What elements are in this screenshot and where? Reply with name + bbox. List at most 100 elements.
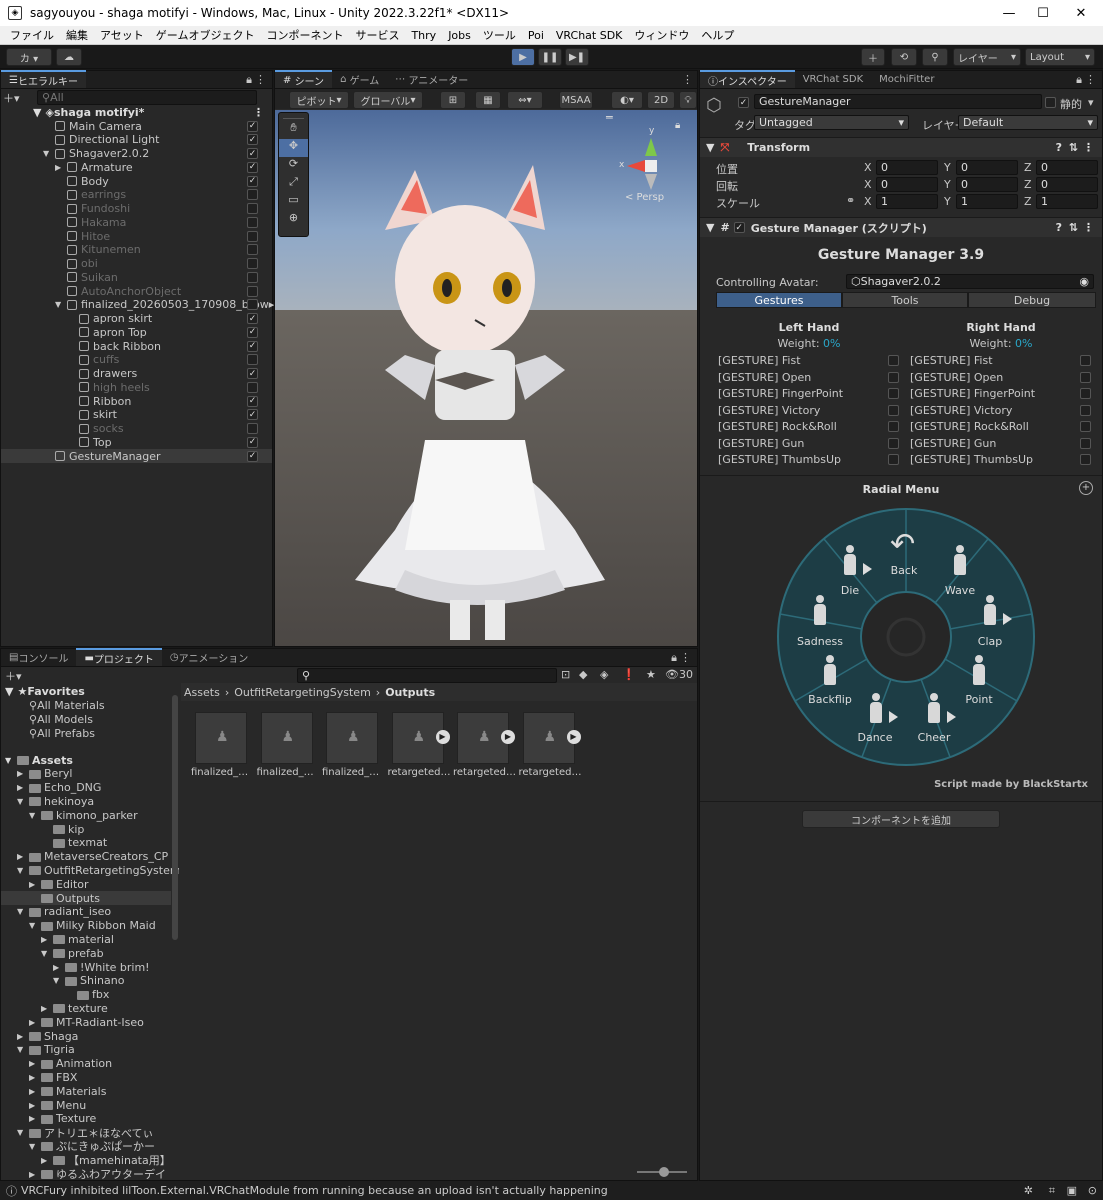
y-field[interactable]: 0 bbox=[956, 160, 1018, 175]
project-folder-row[interactable]: ▼ prefab bbox=[1, 946, 171, 960]
account-button[interactable]: カ ▾ bbox=[6, 48, 52, 66]
project-folder-row[interactable]: ▼ Assets bbox=[1, 753, 171, 767]
visibility-checkbox[interactable] bbox=[247, 381, 258, 393]
chevron-right-icon[interactable]: ▶ bbox=[29, 1059, 35, 1068]
hierarchy-item[interactable]: apron Top ✓ bbox=[1, 325, 272, 339]
chevron-right-icon[interactable]: ▶ bbox=[29, 1073, 35, 1082]
menu-item[interactable]: Jobs bbox=[442, 29, 477, 42]
rotate-tool-icon[interactable]: ⟳ bbox=[279, 157, 308, 175]
cloud-icon[interactable]: ☁ bbox=[56, 48, 82, 66]
add-icon[interactable]: + bbox=[1079, 481, 1093, 495]
breadcrumb-item[interactable]: Assets bbox=[184, 686, 220, 699]
shading-dropdown[interactable]: ◐▾ bbox=[611, 91, 643, 109]
help-icon[interactable]: ? bbox=[1056, 141, 1062, 154]
project-search-input[interactable]: ⚲ bbox=[297, 668, 557, 683]
layout-dropdown[interactable]: Layout ▾ bbox=[1025, 48, 1095, 66]
menu-item[interactable]: ゲームオブジェクト bbox=[150, 27, 261, 43]
asset-label[interactable]: finalized_… bbox=[191, 767, 253, 778]
project-folder-row[interactable]: ▶ !White brim! bbox=[1, 960, 171, 974]
project-folder-row[interactable]: ▼ Shinano bbox=[1, 974, 171, 988]
hierarchy-item[interactable]: Fundoshi bbox=[1, 202, 272, 216]
tab-project[interactable]: ▬ プロジェクト bbox=[76, 648, 162, 666]
project-folder-row[interactable]: ▶ Materials bbox=[1, 1084, 171, 1098]
minimize-button[interactable]: — bbox=[992, 0, 1026, 26]
add-component-button[interactable]: コンポーネントを追加 bbox=[802, 810, 1000, 828]
radial-item-backflip[interactable]: Backflip bbox=[800, 693, 860, 706]
radial-item-cheer[interactable]: Cheer bbox=[904, 731, 964, 744]
pause-button[interactable]: ❚❚ bbox=[538, 48, 562, 66]
chevron-right-icon[interactable]: ▶ bbox=[29, 1087, 35, 1096]
z-field[interactable]: 0 bbox=[1036, 160, 1098, 175]
visibility-checkbox[interactable]: ✓ bbox=[247, 326, 258, 338]
left-gesture-checkbox[interactable] bbox=[888, 421, 899, 432]
hierarchy-item[interactable]: Kitunemen bbox=[1, 243, 272, 257]
zoom-slider[interactable] bbox=[637, 1167, 687, 1177]
label-icon[interactable]: ◈ bbox=[600, 668, 608, 681]
visibility-checkbox[interactable] bbox=[247, 189, 258, 201]
visibility-checkbox[interactable] bbox=[247, 203, 258, 214]
visibility-checkbox[interactable] bbox=[247, 285, 258, 297]
visibility-checkbox[interactable]: ✓ bbox=[247, 134, 258, 146]
chevron-down-icon[interactable]: ▼ bbox=[29, 921, 35, 930]
project-folder-row[interactable]: ▶ Animation bbox=[1, 1057, 171, 1071]
create-button[interactable]: ＋▾ bbox=[3, 90, 33, 106]
project-folder-row[interactable]: kip bbox=[1, 822, 171, 836]
visibility-checkbox[interactable]: ✓ bbox=[247, 175, 258, 187]
hierarchy-item[interactable]: Ribbon ✓ bbox=[1, 394, 272, 408]
visibility-checkbox[interactable]: ✓ bbox=[247, 368, 258, 379]
chevron-right-icon[interactable]: ▶ bbox=[55, 163, 61, 172]
chevron-right-icon[interactable]: ▶ bbox=[29, 1101, 35, 1110]
left-gesture-checkbox[interactable] bbox=[888, 355, 899, 366]
tab-gestures[interactable]: Gestures bbox=[716, 292, 842, 308]
hierarchy-item[interactable]: back Ribbon ✓ bbox=[1, 339, 272, 353]
hierarchy-item[interactable]: cuffs bbox=[1, 353, 272, 367]
menu-item[interactable]: VRChat SDK bbox=[550, 29, 629, 42]
2d-toggle[interactable]: 2D bbox=[647, 91, 675, 109]
asset-thumbnail[interactable]: ♟ bbox=[326, 712, 378, 764]
asset-label[interactable]: finalized_… bbox=[257, 767, 319, 778]
gesture-manager-header[interactable]: ▼ # ✓ Gesture Manager (スクリプト) ? ⇅ ⋮ bbox=[700, 217, 1102, 237]
project-folder-row[interactable]: ▼ kimono_parker bbox=[1, 808, 171, 822]
chevron-right-icon[interactable]: ▶ bbox=[17, 783, 23, 792]
visibility-checkbox[interactable] bbox=[247, 299, 258, 311]
scene-row[interactable]: ▼ ◈ shaga motifyi* ⋮ bbox=[1, 105, 272, 119]
chevron-down-icon[interactable]: ▼ bbox=[41, 949, 47, 958]
chevron-right-icon[interactable]: ▶ bbox=[29, 880, 35, 889]
menu-item[interactable]: コンポーネント bbox=[260, 27, 349, 43]
project-folder-row[interactable]: ▶ Shaga bbox=[1, 1029, 171, 1043]
more-icon[interactable]: ⋮ bbox=[255, 73, 266, 86]
hierarchy-item[interactable]: ▼ finalized_20260503_170908_brow▸ C bbox=[1, 298, 285, 312]
preset-icon[interactable]: ⇅ bbox=[1069, 141, 1078, 154]
hierarchy-item[interactable]: socks bbox=[1, 422, 272, 436]
menu-item[interactable]: ツール bbox=[477, 27, 522, 43]
chevron-down-icon[interactable]: ▼ bbox=[17, 866, 23, 875]
network-icon[interactable]: ⌗ bbox=[1049, 1184, 1055, 1198]
chevron-down-icon[interactable]: ▼ bbox=[17, 1128, 23, 1137]
chevron-right-icon[interactable]: ▶ bbox=[41, 935, 47, 944]
check-icon[interactable]: ⊙ bbox=[1088, 1184, 1097, 1197]
component-enabled-checkbox[interactable]: ✓ bbox=[733, 222, 745, 233]
breadcrumb-item[interactable]: OutfitRetargetingSystem bbox=[234, 686, 371, 699]
project-folder-row[interactable]: ▼ OutfitRetargetingSystem bbox=[1, 863, 179, 877]
status-message[interactable]: VRCFury inhibited lilToon.External.VRCha… bbox=[21, 1184, 608, 1197]
warning-icon[interactable]: ❗ bbox=[622, 668, 636, 681]
visibility-checkbox[interactable]: ✓ bbox=[247, 340, 258, 352]
more-icon[interactable]: ⋮ bbox=[1085, 73, 1096, 86]
lock-icon[interactable]: 🔒︎ bbox=[671, 651, 677, 665]
step-button[interactable]: ▶❚ bbox=[565, 48, 589, 66]
left-gesture-checkbox[interactable] bbox=[888, 371, 899, 383]
chevron-right-icon[interactable]: ▶ bbox=[41, 1156, 47, 1165]
right-gesture-checkbox[interactable] bbox=[1080, 421, 1091, 432]
tab-vrchat-sdk[interactable]: VRChat SDK bbox=[795, 70, 871, 88]
hierarchy-item[interactable]: Body ✓ bbox=[1, 174, 272, 188]
left-gesture-checkbox[interactable] bbox=[888, 404, 899, 416]
project-folder-row[interactable]: ▶ Echo_DNG bbox=[1, 781, 171, 795]
controlling-avatar-field[interactable]: ⬡ Shagaver2.0.2 ◉ bbox=[846, 274, 1094, 289]
project-folder-row[interactable]: ▶ MT-Radiant-Iseo bbox=[1, 1015, 171, 1029]
hierarchy-item[interactable]: Main Camera ✓ bbox=[1, 119, 272, 133]
chevron-right-icon[interactable]: ▶ bbox=[29, 1114, 35, 1123]
filter-icon[interactable]: ⊡ bbox=[561, 668, 570, 681]
project-folder-row[interactable]: ▶ ゆるふわアウターデイ bbox=[1, 1167, 171, 1180]
tab-mochifitter[interactable]: MochiFitter bbox=[871, 70, 942, 88]
hierarchy-item[interactable]: Top ✓ bbox=[1, 435, 272, 449]
